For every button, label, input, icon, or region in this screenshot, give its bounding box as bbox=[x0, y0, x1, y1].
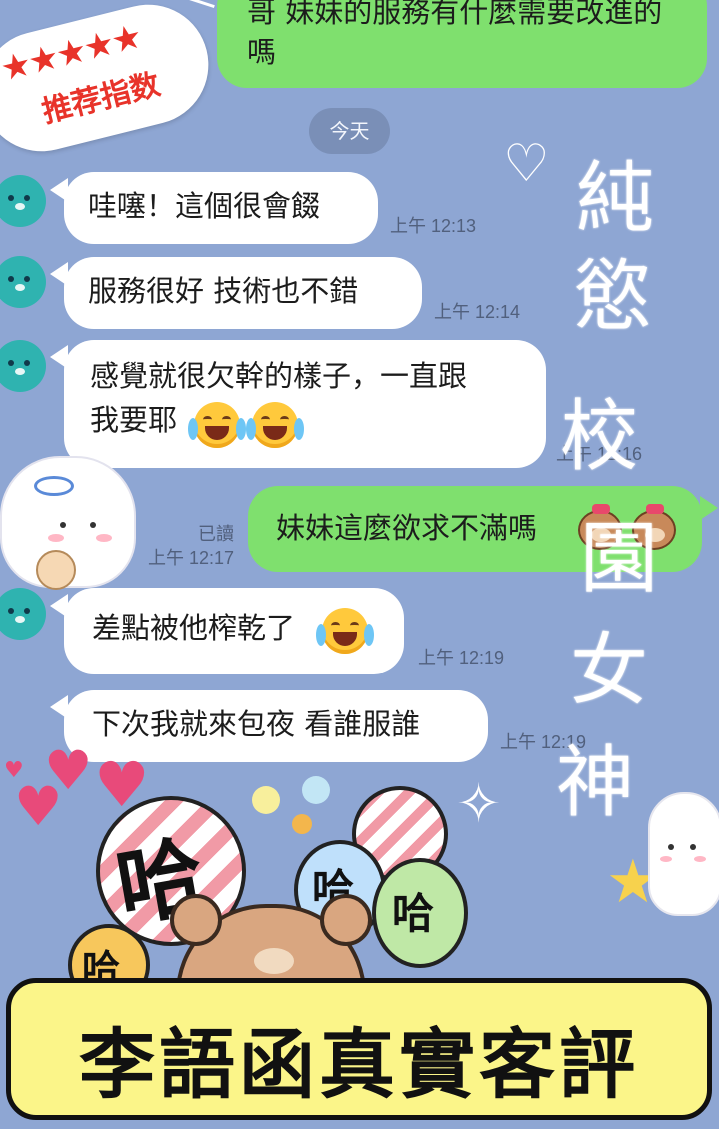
small-balloon-dot bbox=[302, 776, 330, 804]
bubble-tail bbox=[700, 496, 718, 520]
contact-avatar[interactable] bbox=[0, 175, 46, 227]
incoming-message[interactable]: 感覺就很欠幹的樣子，一直跟 我要耶 bbox=[64, 340, 546, 468]
date-separator: 今天 bbox=[309, 108, 390, 154]
handwriting-char: 神 bbox=[556, 738, 635, 828]
handwriting-char: 慾 bbox=[574, 252, 653, 342]
heart-doodle-icon: ♡ bbox=[503, 134, 550, 194]
message-text-line: 我要耶 bbox=[90, 403, 178, 437]
balloon-label: 哈 bbox=[392, 889, 435, 938]
bunny-sticker bbox=[648, 792, 719, 916]
contact-avatar[interactable] bbox=[0, 256, 46, 308]
message-text-line: 感覺就很欠幹的樣子，一直跟 bbox=[90, 359, 468, 393]
loudly-crying-face-icon bbox=[188, 402, 246, 448]
incoming-message[interactable]: 哇噻！這個很會餟 bbox=[64, 172, 378, 244]
timestamp: 上午 12:13 bbox=[390, 216, 477, 236]
message-text: 下次我就來包夜 看誰服誰 bbox=[92, 707, 421, 741]
message-text: 哥 妹妹的服務有什麼需要改進的嗎 bbox=[247, 0, 663, 69]
small-balloon-dot bbox=[252, 786, 280, 814]
loudly-crying-face-icon bbox=[316, 608, 374, 654]
banner-title: 李語函真實客評 bbox=[79, 1020, 639, 1109]
read-receipt: 已讀 bbox=[198, 524, 234, 545]
sparkle-doodle-icon: ✧ bbox=[456, 772, 502, 835]
bow-icon bbox=[34, 476, 74, 496]
outgoing-message-top[interactable]: 哥 妹妹的服務有什麼需要改進的嗎 bbox=[217, 0, 707, 88]
timestamp: 上午 12:17 bbox=[148, 548, 235, 568]
message-text: 妹妹這麼欲求不滿嗎 bbox=[276, 511, 538, 545]
rating-stamp: ★★★★★ 推荐指数 bbox=[0, 0, 222, 165]
contact-avatar[interactable] bbox=[0, 588, 46, 640]
timestamp: 上午 12:14 bbox=[434, 302, 521, 322]
contact-avatar[interactable] bbox=[0, 340, 46, 392]
loudly-crying-face-icon bbox=[246, 402, 304, 448]
handwriting-char: 園 bbox=[580, 514, 659, 604]
incoming-message[interactable]: 服務很好 技術也不錯 bbox=[64, 257, 422, 329]
timestamp: 上午 12:19 bbox=[418, 648, 505, 668]
handwriting-char: 校 bbox=[560, 392, 639, 482]
message-text: 服務很好 技術也不錯 bbox=[88, 274, 359, 308]
bunny-sticker bbox=[0, 456, 136, 590]
small-balloon-dot bbox=[292, 814, 312, 834]
chat-screen: 哥 妹妹的服務有什麼需要改進的嗎 讀 5 ★★★★★ 推荐指数 今天 哇噻！這個… bbox=[0, 0, 719, 1129]
handwriting-char: 純 bbox=[576, 154, 655, 244]
message-text: 差點被他榨乾了 bbox=[92, 611, 296, 645]
title-banner: 李語函真實客評 bbox=[6, 978, 712, 1120]
handwriting-char: 女 bbox=[570, 626, 649, 716]
ice-cream-icon bbox=[36, 550, 76, 590]
message-text: 哇噻！這個很會餟 bbox=[88, 189, 321, 223]
